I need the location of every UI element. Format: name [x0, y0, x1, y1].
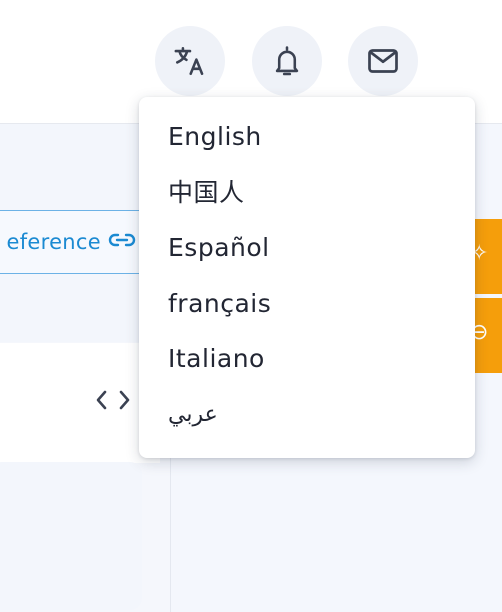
language-option-english[interactable]: English [139, 109, 475, 165]
language-option-italian[interactable]: Italiano [139, 331, 475, 387]
code-panel [0, 343, 160, 463]
language-option-chinese[interactable]: 中国人 [139, 165, 475, 221]
translate-icon [173, 44, 207, 78]
code-brackets-icon[interactable] [94, 386, 132, 418]
translate-button[interactable] [155, 26, 225, 96]
page: eference ✧ ⊖ English 中国人 Español françai… [0, 0, 502, 612]
messages-button[interactable] [348, 26, 418, 96]
reference-link-button[interactable]: eference [0, 210, 144, 274]
mail-icon [365, 43, 401, 79]
language-option-spanish[interactable]: Español [139, 220, 475, 276]
link-icon [107, 230, 137, 255]
bell-icon [270, 44, 304, 78]
language-option-french[interactable]: français [139, 276, 475, 332]
reference-label: eference [6, 230, 101, 254]
notifications-button[interactable] [252, 26, 322, 96]
content-card-inner [0, 462, 142, 610]
language-option-arabic[interactable]: عربي [139, 387, 475, 443]
language-dropdown: English 中国人 Español français Italiano عر… [139, 97, 475, 458]
